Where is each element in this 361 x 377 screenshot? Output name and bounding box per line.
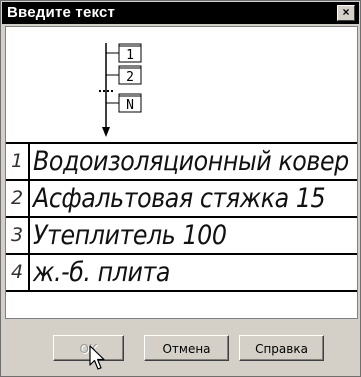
text-entry-area[interactable]: 1 2 N 1 Водоизоляционный ковер 2 Асфальт… [5, 26, 358, 319]
diagram-label-1: 1 [126, 48, 134, 63]
text-row-3[interactable]: 3 Утеплитель 100 [6, 218, 357, 255]
text-row-2[interactable]: 2 Асфальтовая стяжка 15 [6, 181, 357, 218]
dialog-title: Введите текст [7, 4, 116, 21]
row-number: 3 [6, 218, 30, 253]
row-text-input[interactable]: Асфальтовая стяжка 15 [33, 181, 326, 216]
cancel-button[interactable]: Отмена [144, 335, 229, 361]
arrow-head-icon [102, 127, 110, 137]
text-row-1[interactable]: 1 Водоизоляционный ковер [6, 144, 357, 181]
diagram-box-n: N [118, 93, 142, 113]
title-bar[interactable]: Введите текст × [2, 2, 359, 24]
mouse-pointer-icon [89, 345, 105, 370]
button-bar: ОК Отмена Справка [2, 319, 359, 375]
row-text-input[interactable]: ж.-б. плита [33, 255, 170, 290]
row-text-input[interactable]: Водоизоляционный ковер [33, 144, 349, 179]
row-number: 4 [6, 255, 30, 290]
close-button[interactable]: × [337, 5, 355, 21]
help-button[interactable]: Справка [239, 335, 324, 361]
row-number: 2 [6, 181, 30, 216]
diagram-label-n: N [126, 98, 134, 113]
diagram-box-2: 2 [118, 65, 142, 85]
row-text-input[interactable]: Утеплитель 100 [33, 218, 227, 253]
text-row-4[interactable]: 4 ж.-б. плита [6, 255, 357, 292]
dialog-window: Введите текст × 1 2 N 1 Водоизоляционный… [0, 0, 361, 377]
numbering-diagram: 1 2 N [6, 27, 357, 144]
close-icon: × [342, 5, 350, 19]
diagram-label-2: 2 [126, 70, 134, 85]
diagram-box-1: 1 [118, 43, 142, 63]
row-number: 1 [6, 144, 30, 179]
